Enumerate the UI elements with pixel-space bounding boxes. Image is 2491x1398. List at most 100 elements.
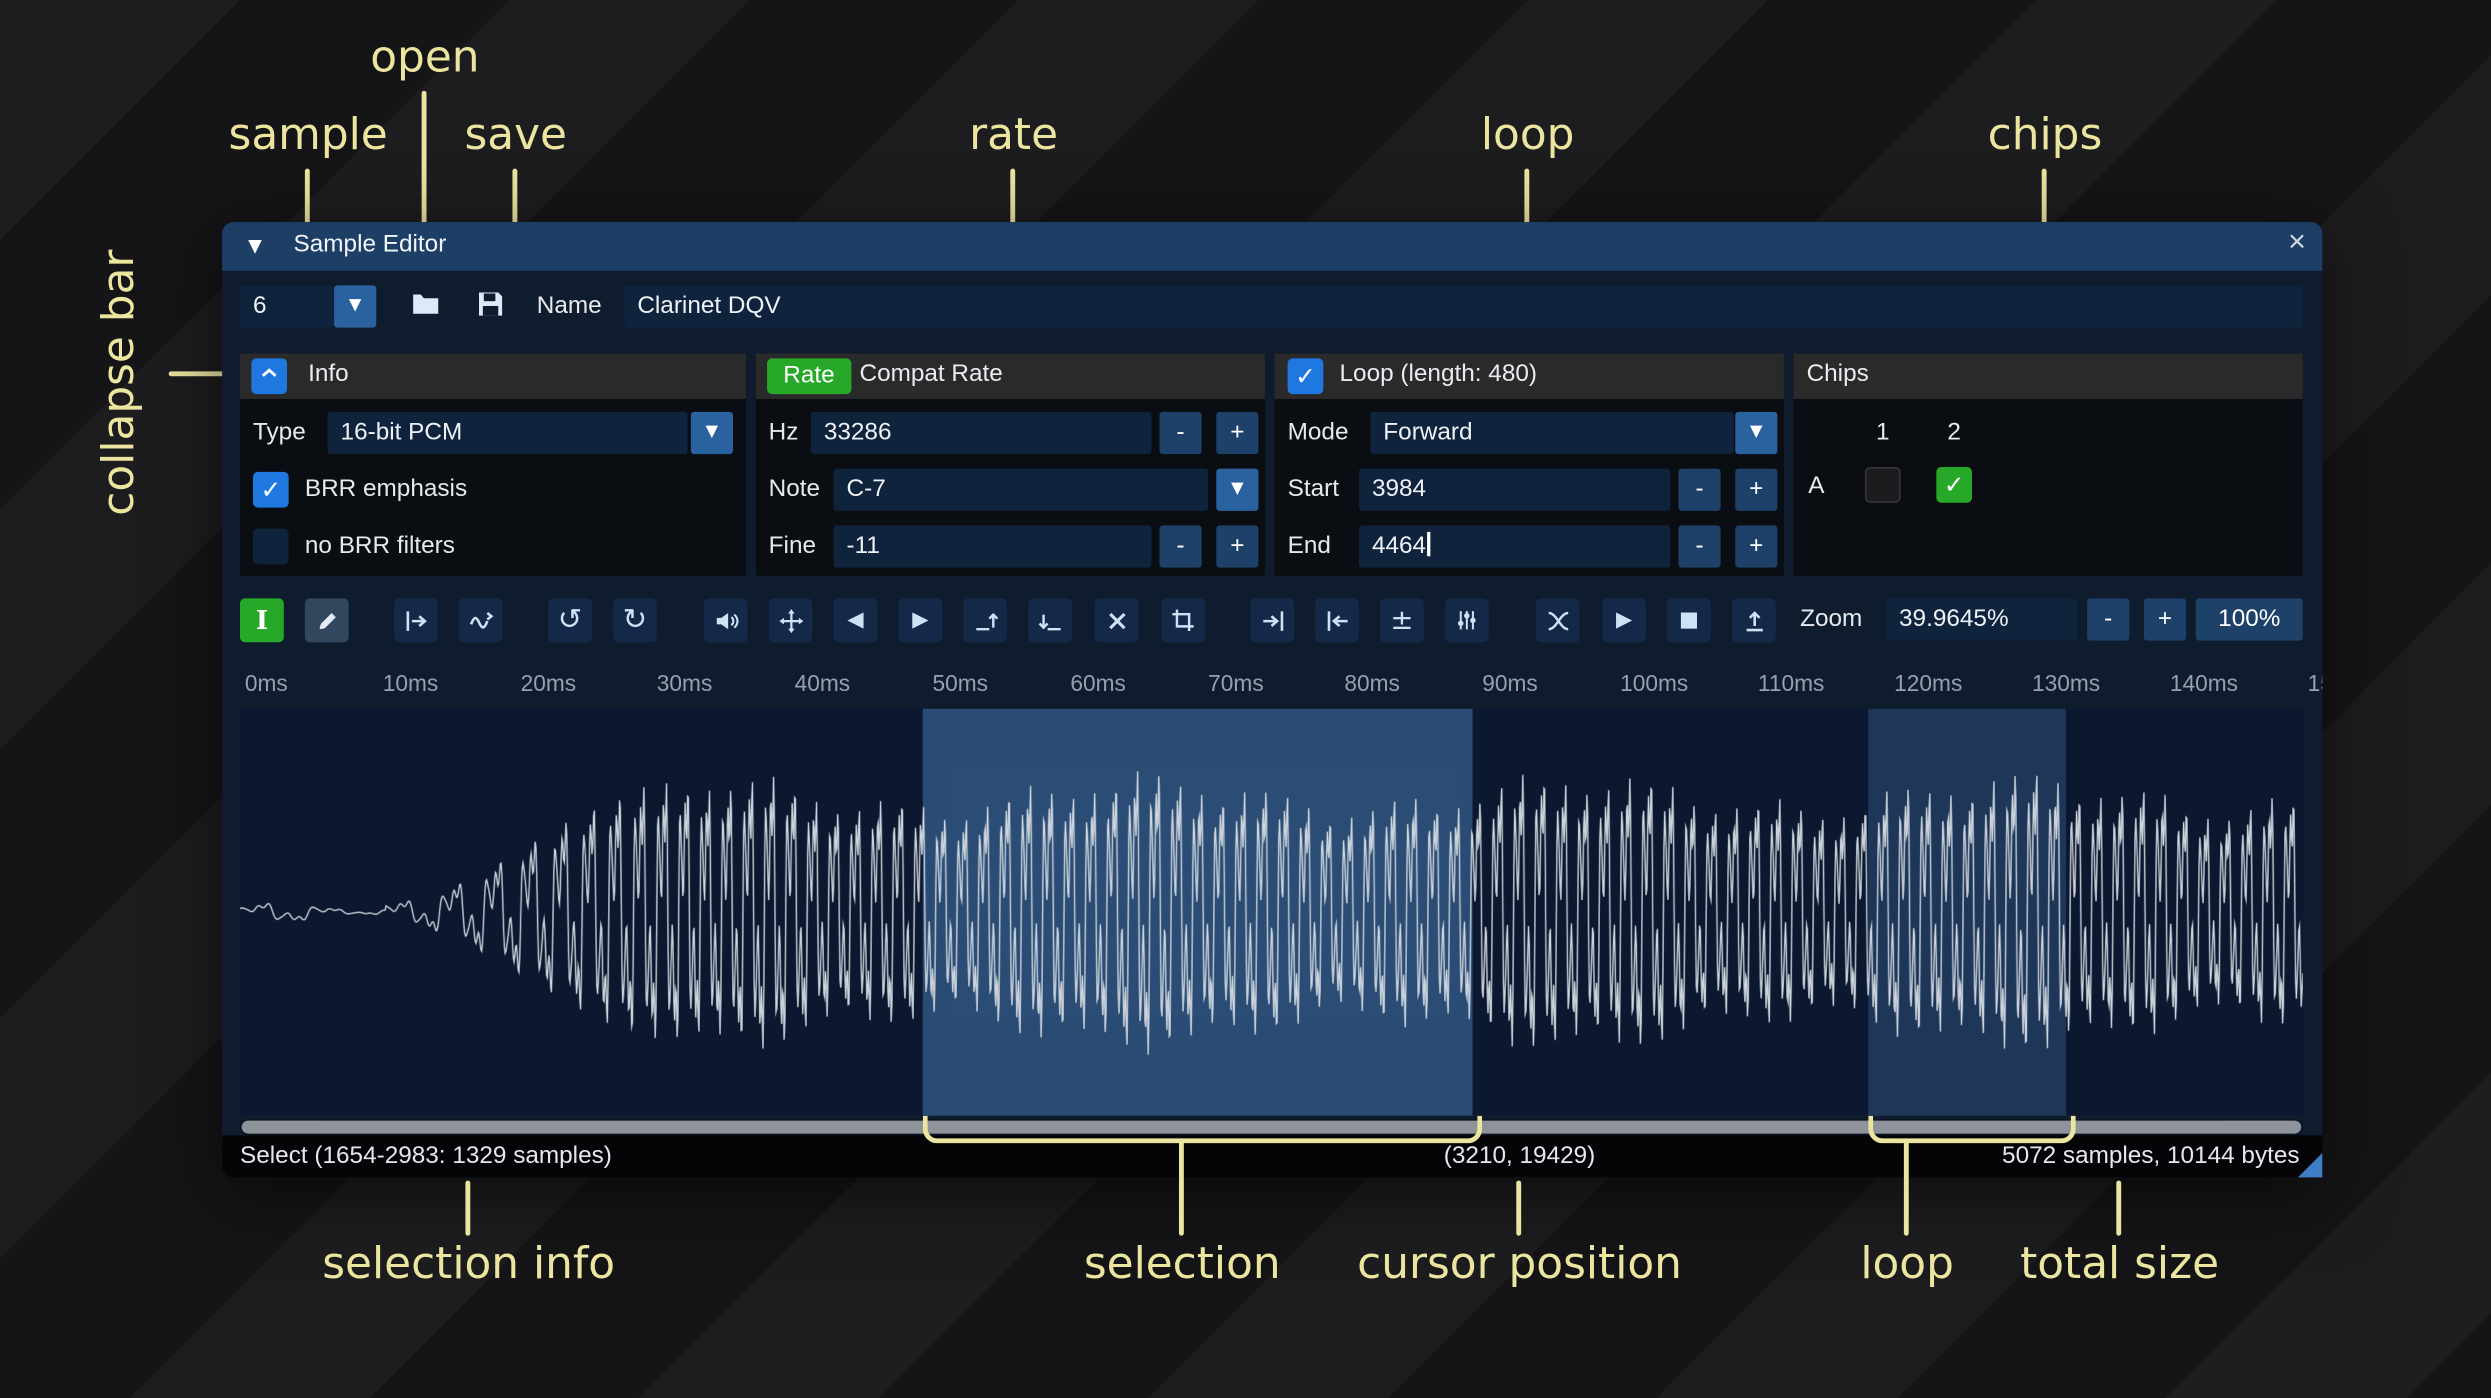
draw-tool-button[interactable]: [304, 598, 349, 643]
no-brr-filters-checkbox[interactable]: [252, 528, 289, 565]
timeline-label: 140ms: [2169, 669, 2238, 696]
hz-minus-button[interactable]: -: [1159, 411, 1202, 455]
loop-end-field[interactable]: 4464: [1358, 525, 1671, 568]
sample-toolbar: I ↺ ↻ ◀ ▶ ± ▶ ■ Zoom 39.9645% - + 100%: [222, 597, 2322, 646]
rate-panel: Rate Compat Rate Hz 33286 - + Note C-7 ▼…: [755, 353, 1265, 576]
trim-button[interactable]: [1161, 598, 1205, 643]
resize-button[interactable]: [394, 598, 438, 643]
normalize-button[interactable]: [768, 598, 813, 643]
waveform-view[interactable]: [240, 708, 2303, 1116]
hz-plus-button[interactable]: +: [1216, 411, 1259, 455]
loop-start-field[interactable]: 3984: [1358, 468, 1671, 511]
apply-silence-button[interactable]: [1315, 598, 1359, 643]
preview-button[interactable]: ▶: [1602, 598, 1647, 643]
info-panel: Info Type 16-bit PCM ▼ ✓ BRR emphasis no…: [240, 353, 746, 576]
loop-enable-checkbox[interactable]: ✓: [1287, 358, 1324, 395]
annotation-line-selection-info: [465, 1180, 471, 1236]
scrollbar-thumb[interactable]: [241, 1120, 2302, 1134]
redo-button[interactable]: ↻: [613, 598, 657, 643]
annotation-line-selection: [1178, 1138, 1184, 1236]
name-field[interactable]: Clarinet DQV: [624, 285, 2303, 328]
play-icon: ▶: [1616, 608, 1633, 633]
loop-mode-dropdown-button[interactable]: ▼: [1735, 411, 1778, 455]
screenshot-root: sample open save rate loop chips collaps…: [0, 0, 2491, 1398]
annotation-line-total-size: [2116, 1180, 2122, 1236]
reverse-button[interactable]: ◀: [833, 598, 878, 643]
invert-button[interactable]: ▶: [898, 598, 943, 643]
status-bar: Select (1654-2983: 1329 samples) (3210, …: [222, 1135, 2323, 1178]
delete-button[interactable]: [1094, 598, 1139, 643]
crossfade-button[interactable]: [1535, 598, 1580, 643]
sign-toggle-button[interactable]: ±: [1380, 598, 1424, 643]
create-wavetable-button[interactable]: [1731, 598, 1776, 643]
loop-start-row: Start 3984 - +: [1275, 468, 1784, 511]
fine-minus-button[interactable]: -: [1159, 525, 1202, 568]
collapse-bar-button[interactable]: [251, 358, 288, 395]
loop-start-plus-button[interactable]: +: [1735, 468, 1778, 511]
timeline-label: 40ms: [794, 669, 851, 696]
no-brr-filters-row: no BRR filters: [240, 525, 746, 567]
window-titlebar[interactable]: ▼ Sample Editor ×: [222, 222, 2323, 271]
waveform-scrollbar[interactable]: [240, 1118, 2303, 1136]
sample-number-field[interactable]: 6: [240, 285, 335, 328]
fade-in-icon: [972, 607, 998, 633]
window-title: Sample Editor: [293, 230, 447, 258]
zoom-in-button[interactable]: +: [2143, 598, 2187, 641]
crop-icon: [1171, 608, 1195, 632]
arrows-all-icon: [778, 607, 804, 633]
loop-mode-select[interactable]: Forward: [1370, 411, 1734, 455]
timeline-label: 70ms: [1208, 669, 1264, 696]
annotation-line-cursor-position: [1516, 1180, 1522, 1236]
info-panel-header: Info: [240, 353, 746, 399]
loop-start-minus-button[interactable]: -: [1678, 468, 1721, 511]
sample-dropdown-button[interactable]: ▼: [334, 285, 377, 328]
zoom-field[interactable]: 39.9645%: [1886, 598, 2078, 641]
fade-in-button[interactable]: [963, 598, 1008, 643]
hz-row: Hz 33286 - +: [756, 411, 1265, 455]
loop-end-plus-button[interactable]: +: [1735, 525, 1778, 568]
open-button[interactable]: [404, 285, 446, 327]
brr-emphasis-label: BRR emphasis: [304, 475, 468, 503]
loop-end-minus-button[interactable]: -: [1678, 525, 1721, 568]
select-tool-button[interactable]: I: [240, 598, 284, 643]
fine-field[interactable]: -11: [833, 525, 1152, 568]
save-icon: [474, 288, 505, 325]
insert-silence-button[interactable]: [1250, 598, 1295, 643]
resize-grip[interactable]: [2297, 1153, 2323, 1178]
note-field[interactable]: C-7: [833, 468, 1209, 511]
loop-mode-row: Mode Forward ▼: [1275, 411, 1784, 455]
timeline-label: 110ms: [1757, 669, 1825, 696]
amplify-button[interactable]: [703, 598, 748, 643]
fade-out-button[interactable]: [1028, 598, 1072, 643]
x-icon: [1105, 609, 1128, 632]
waveform-canvas[interactable]: [240, 708, 2303, 1116]
brr-emphasis-checkbox[interactable]: ✓: [252, 471, 289, 508]
close-icon[interactable]: ×: [2288, 225, 2306, 261]
filter-sliders-icon: [1455, 608, 1479, 632]
loop-end-label: End: [1287, 531, 1331, 560]
type-row: Type 16-bit PCM ▼: [240, 411, 746, 455]
type-select[interactable]: 16-bit PCM: [327, 411, 688, 455]
stop-preview-button[interactable]: ■: [1667, 598, 1711, 643]
stop-icon: ■: [1679, 608, 1699, 633]
type-dropdown-button[interactable]: ▼: [690, 411, 734, 455]
fine-plus-button[interactable]: +: [1216, 525, 1259, 568]
filter-button[interactable]: [1444, 598, 1489, 643]
chip-1-checkbox[interactable]: [1864, 467, 1901, 503]
annotation-loop-top: loop: [1480, 110, 1575, 161]
window-collapse-icon[interactable]: ▼: [248, 235, 262, 256]
hz-field[interactable]: 33286: [810, 411, 1152, 455]
zoom-reset-button[interactable]: 100%: [2195, 598, 2303, 641]
zoom-out-button[interactable]: -: [2087, 598, 2130, 641]
annotation-selection-info: selection info: [322, 1238, 616, 1290]
chips-panel: Chips 1 2 A ✓: [1793, 353, 2303, 576]
timeline-label: 30ms: [656, 669, 713, 696]
rate-button[interactable]: Rate: [767, 358, 851, 395]
timeline-label: 20ms: [520, 669, 577, 696]
chip-2-checkbox[interactable]: ✓: [1936, 467, 1972, 503]
note-dropdown-button[interactable]: ▼: [1216, 468, 1259, 511]
undo-button[interactable]: ↺: [548, 598, 592, 643]
resample-button[interactable]: [458, 598, 503, 643]
save-button[interactable]: [469, 285, 511, 327]
upload-icon: [1741, 607, 1767, 633]
